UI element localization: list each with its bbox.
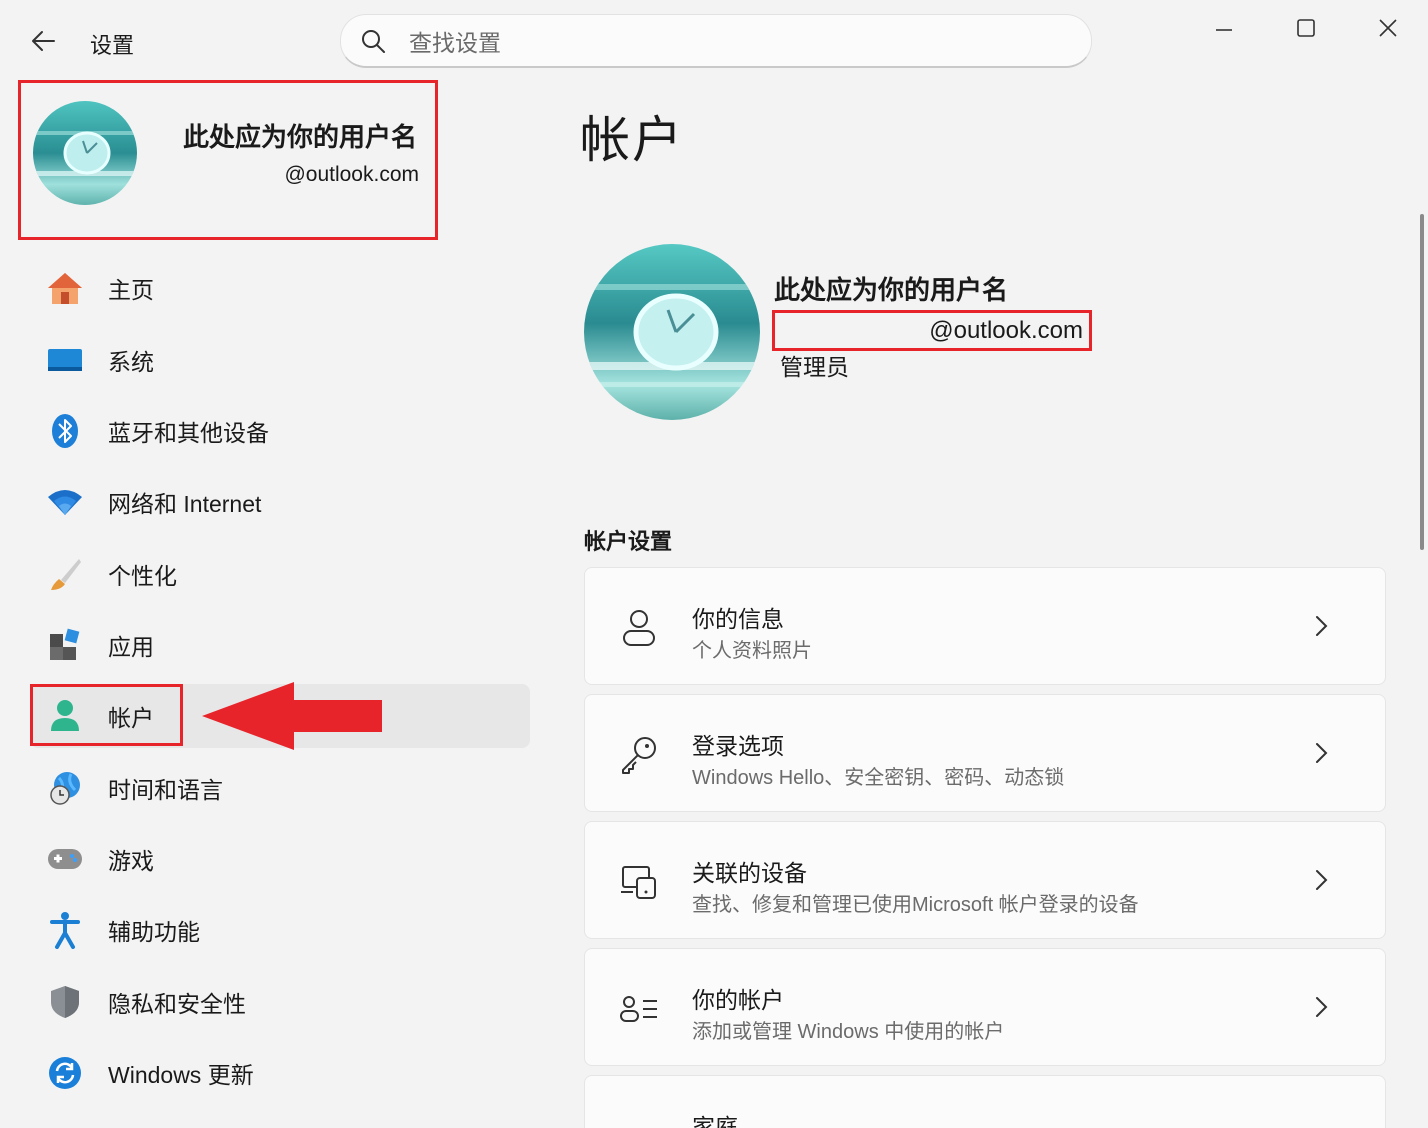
wifi-icon bbox=[46, 483, 84, 521]
sidebar-item-time-language[interactable]: 时间和语言 bbox=[30, 756, 530, 820]
back-arrow-icon bbox=[32, 31, 55, 51]
person-icon bbox=[617, 606, 661, 650]
sidebar-item-system[interactable]: 系统 bbox=[30, 328, 530, 392]
family-icon bbox=[617, 1116, 661, 1128]
user-email: @outlook.com bbox=[929, 317, 1083, 344]
card-subtitle: 个人资料照片 bbox=[692, 640, 812, 662]
profile-name: 此处应为你的用户名 bbox=[182, 122, 417, 152]
card-title: 你的帐户 bbox=[692, 987, 784, 1013]
section-title: 帐户设置 bbox=[584, 529, 673, 554]
card-title: 登录选项 bbox=[692, 733, 784, 759]
sidebar-item-personalization[interactable]: 个性化 bbox=[30, 542, 530, 606]
accessibility-icon bbox=[46, 911, 84, 949]
card-title: 关联的设备 bbox=[692, 860, 807, 886]
minimize-button[interactable] bbox=[1204, 10, 1244, 46]
sidebar-item-label: 网络和 Internet bbox=[108, 491, 262, 517]
search-icon bbox=[359, 27, 387, 55]
card-subtitle: 添加或管理 Windows 中使用的帐户 bbox=[692, 1021, 1005, 1043]
sidebar-item-label: 个性化 bbox=[108, 563, 177, 589]
user-role: 管理员 bbox=[780, 354, 849, 380]
highlight-box: @outlook.com bbox=[772, 310, 1092, 351]
close-button[interactable] bbox=[1368, 10, 1408, 46]
maximize-button[interactable] bbox=[1286, 10, 1326, 46]
user-name: 此处应为你的用户名 bbox=[774, 275, 1009, 305]
close-icon bbox=[1379, 19, 1397, 37]
chevron-right-icon bbox=[1316, 616, 1328, 636]
home-icon bbox=[46, 269, 84, 307]
search-input[interactable]: 查找设置 bbox=[409, 24, 501, 58]
shield-icon bbox=[46, 983, 84, 1021]
chevron-right-icon bbox=[1316, 870, 1328, 890]
sidebar-item-label: 隐私和安全性 bbox=[108, 991, 246, 1017]
key-icon bbox=[617, 733, 661, 777]
page-title: 帐户 bbox=[580, 112, 684, 168]
card-title: 你的信息 bbox=[692, 606, 784, 632]
apps-icon bbox=[46, 626, 84, 664]
bluetooth-icon bbox=[46, 412, 84, 450]
gamepad-icon bbox=[46, 840, 84, 878]
card-linked-devices[interactable]: 关联的设备 查找、修复和管理已使用Microsoft 帐户登录的设备 bbox=[584, 821, 1386, 939]
sidebar-item-label: 游戏 bbox=[108, 848, 154, 874]
sidebar-item-bluetooth[interactable]: 蓝牙和其他设备 bbox=[30, 399, 530, 463]
minimize-icon bbox=[1216, 29, 1232, 31]
people-list-icon bbox=[617, 987, 661, 1031]
card-your-accounts[interactable]: 你的帐户 添加或管理 Windows 中使用的帐户 bbox=[584, 948, 1386, 1066]
card-subtitle: 查找、修复和管理已使用Microsoft 帐户登录的设备 bbox=[692, 894, 1139, 916]
sidebar-item-windows-update[interactable]: Windows 更新 bbox=[30, 1041, 530, 1105]
sidebar-item-accessibility[interactable]: 辅助功能 bbox=[30, 898, 530, 962]
avatar[interactable] bbox=[584, 244, 760, 420]
sidebar-item-label: 蓝牙和其他设备 bbox=[108, 420, 269, 446]
system-icon bbox=[46, 341, 84, 379]
maximize-icon bbox=[1297, 19, 1315, 37]
sidebar-item-privacy[interactable]: 隐私和安全性 bbox=[30, 970, 530, 1034]
card-family[interactable]: 家庭 bbox=[584, 1075, 1386, 1128]
card-your-info[interactable]: 你的信息 个人资料照片 bbox=[584, 567, 1386, 685]
linked-devices-icon bbox=[617, 860, 661, 904]
annotation-arrow-icon bbox=[202, 682, 382, 750]
search-box[interactable]: 查找设置 bbox=[340, 14, 1092, 68]
card-subtitle: Windows Hello、安全密钥、密码、动态锁 bbox=[692, 767, 1065, 789]
scrollbar[interactable] bbox=[1420, 214, 1424, 550]
sidebar-item-label: 主页 bbox=[108, 277, 154, 303]
sidebar-profile-card[interactable]: 此处应为你的用户名 @outlook.com bbox=[18, 80, 438, 240]
update-icon bbox=[46, 1054, 84, 1092]
sidebar-item-gaming[interactable]: 游戏 bbox=[30, 827, 530, 891]
title-bar: 设置 查找设置 bbox=[0, 0, 1428, 80]
app-title: 设置 bbox=[90, 33, 135, 58]
sidebar-item-network[interactable]: 网络和 Internet bbox=[30, 470, 530, 534]
sidebar-item-label: 应用 bbox=[108, 634, 154, 660]
sidebar-item-apps[interactable]: 应用 bbox=[30, 613, 530, 677]
card-sign-in-options[interactable]: 登录选项 Windows Hello、安全密钥、密码、动态锁 bbox=[584, 694, 1386, 812]
chevron-right-icon bbox=[1316, 743, 1328, 763]
card-title: 家庭 bbox=[692, 1114, 738, 1128]
globe-clock-icon bbox=[46, 769, 84, 807]
avatar bbox=[33, 101, 137, 205]
brush-icon bbox=[46, 555, 84, 593]
sidebar-item-label: 辅助功能 bbox=[108, 919, 200, 945]
back-button[interactable] bbox=[26, 24, 60, 58]
chevron-right-icon bbox=[1316, 997, 1328, 1017]
sidebar-item-label: 系统 bbox=[108, 349, 154, 375]
sidebar-item-home[interactable]: 主页 bbox=[30, 256, 530, 320]
profile-email: @outlook.com bbox=[284, 163, 419, 186]
sidebar-item-label: Windows 更新 bbox=[108, 1062, 254, 1088]
sidebar-item-label: 时间和语言 bbox=[108, 777, 223, 803]
highlight-box bbox=[30, 684, 183, 746]
